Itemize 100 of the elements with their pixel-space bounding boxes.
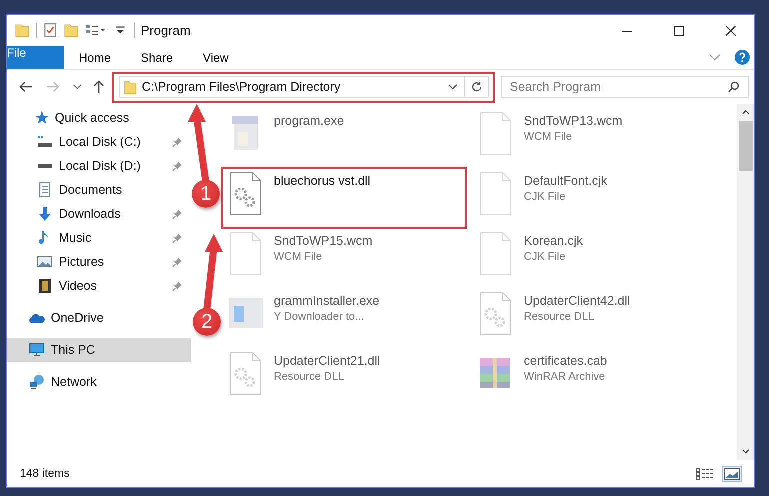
- sidebar-item[interactable]: Downloads: [7, 202, 191, 226]
- star-icon: [33, 110, 49, 126]
- window-title: Program: [141, 23, 191, 38]
- sidebar-item[interactable]: Documents: [7, 178, 191, 202]
- drive-icon: [37, 134, 53, 150]
- file-name: UpdaterClient42.dll: [524, 294, 630, 308]
- scroll-down-icon[interactable]: [742, 449, 750, 454]
- sidebar-item[interactable]: Quick access: [7, 106, 191, 130]
- pin-icon[interactable]: [172, 232, 183, 244]
- pin-icon[interactable]: [172, 160, 183, 172]
- sidebar-label: Pictures: [59, 255, 104, 269]
- pin-icon[interactable]: [172, 280, 183, 292]
- sidebar-label: Documents: [59, 183, 122, 197]
- pin-icon[interactable]: [172, 256, 183, 268]
- file-type: WCM File: [524, 131, 574, 143]
- gears-file-icon: [228, 172, 264, 216]
- file-type: Y Downloader to...: [274, 311, 366, 323]
- dropdown-icon[interactable]: [448, 84, 458, 90]
- recent-dropdown-icon[interactable]: [73, 84, 82, 90]
- sidebar-item[interactable]: Pictures: [7, 250, 191, 274]
- file-icon: [478, 172, 514, 216]
- expand-ribbon-icon[interactable]: [709, 54, 721, 62]
- details-view-button[interactable]: [694, 466, 716, 482]
- sidebar-item[interactable]: OneDrive: [7, 306, 191, 330]
- file-item[interactable]: SndToWP15.wcm WCM File: [224, 230, 464, 286]
- up-icon[interactable]: [92, 80, 106, 94]
- file-type: Resource DLL: [274, 371, 346, 383]
- address-path: C:\Program Files\Program Directory: [142, 80, 341, 94]
- file-name: bluechorus vst.dll: [274, 174, 371, 188]
- document-icon: [37, 182, 53, 198]
- search-field[interactable]: Search Program: [501, 76, 749, 98]
- sidebar-label: Downloads: [59, 207, 121, 221]
- pin-icon[interactable]: [172, 136, 183, 148]
- file-name: SndToWP13.wcm: [524, 114, 623, 128]
- file-item[interactable]: SndToWP13.wcm WCM File: [474, 110, 714, 166]
- file-item[interactable]: Korean.cjk CJK File: [474, 230, 714, 286]
- file-item[interactable]: DefaultFont.cjk CJK File: [474, 170, 714, 226]
- sidebar-item[interactable]: Local Disk (C:): [7, 130, 191, 154]
- file-name: grammInstaller.exe: [274, 294, 380, 308]
- computer-icon: [29, 342, 45, 358]
- ribbon-tab[interactable]: Home: [64, 46, 126, 69]
- sidebar-label: Network: [51, 375, 97, 389]
- maximize-icon: [674, 26, 684, 36]
- file-item[interactable]: program.exe: [224, 110, 464, 166]
- properties-icon[interactable]: [43, 23, 58, 38]
- network-icon: [29, 374, 45, 390]
- sidebar-label: This PC: [51, 343, 96, 357]
- sidebar-label: Local Disk (D:): [59, 159, 141, 173]
- sidebar-item[interactable]: Music: [7, 226, 191, 250]
- gears-file-icon: [478, 292, 514, 336]
- file-icon: [228, 232, 264, 276]
- search-icon[interactable]: [728, 81, 740, 93]
- ribbon-tab[interactable]: View: [188, 46, 244, 69]
- refresh-icon: [470, 81, 482, 93]
- file-type: Resource DLL: [524, 311, 596, 323]
- picture-icon: [37, 254, 53, 270]
- item-count: 148 items: [20, 468, 70, 480]
- file-name: DefaultFont.cjk: [524, 174, 608, 188]
- file-item[interactable]: certificates.cab WinRAR Archive: [474, 350, 714, 406]
- sidebar-label: Videos: [59, 279, 97, 293]
- refresh-button[interactable]: [465, 76, 489, 98]
- file-type: CJK File: [524, 191, 567, 203]
- file-item[interactable]: grammInstaller.exe Y Downloader to...: [224, 290, 464, 346]
- close-icon: [726, 26, 736, 36]
- view-dropdown-icon[interactable]: [85, 23, 107, 38]
- file-type: WinRAR Archive: [524, 371, 606, 383]
- file-name: UpdaterClient21.dll: [274, 354, 380, 368]
- film-icon: [37, 278, 53, 294]
- scrollbar[interactable]: [737, 104, 754, 460]
- sidebar-item[interactable]: This PC: [7, 338, 191, 362]
- scroll-up-icon[interactable]: [742, 110, 750, 115]
- file-item[interactable]: bluechorus vst.dll: [224, 170, 464, 226]
- file-tab[interactable]: File: [7, 46, 64, 69]
- gears-file-icon: [228, 352, 264, 396]
- address-bar[interactable]: C:\Program Files\Program Directory: [119, 76, 465, 98]
- drive-icon: [37, 163, 53, 169]
- sidebar-label: Music: [59, 231, 92, 245]
- file-type: WCM File: [274, 251, 324, 263]
- file-item[interactable]: UpdaterClient42.dll Resource DLL: [474, 290, 714, 346]
- pin-icon[interactable]: [172, 208, 183, 220]
- scroll-thumb[interactable]: [738, 121, 752, 171]
- sidebar-label: Quick access: [55, 111, 130, 125]
- file-name: program.exe: [274, 114, 344, 128]
- sidebar-label: Local Disk (C:): [59, 135, 141, 149]
- download-icon: [37, 206, 53, 222]
- file-icon: [478, 112, 514, 156]
- file-name: certificates.cab: [524, 354, 608, 368]
- file-name: SndToWP15.wcm: [274, 234, 373, 248]
- help-icon[interactable]: [735, 50, 750, 65]
- file-item[interactable]: UpdaterClient21.dll Resource DLL: [224, 350, 464, 406]
- sidebar-item[interactable]: Videos: [7, 274, 191, 298]
- sidebar-item[interactable]: Network: [7, 370, 191, 394]
- sidebar-item[interactable]: Local Disk (D:): [7, 154, 191, 178]
- file-type: CJK File: [524, 251, 567, 263]
- back-icon[interactable]: [19, 80, 33, 94]
- sidebar-label: OneDrive: [51, 311, 104, 325]
- ribbon-tab[interactable]: Share: [126, 46, 188, 69]
- file-icon: [478, 232, 514, 276]
- folder-icon: [124, 80, 137, 94]
- large-icons-view-button[interactable]: [722, 466, 742, 482]
